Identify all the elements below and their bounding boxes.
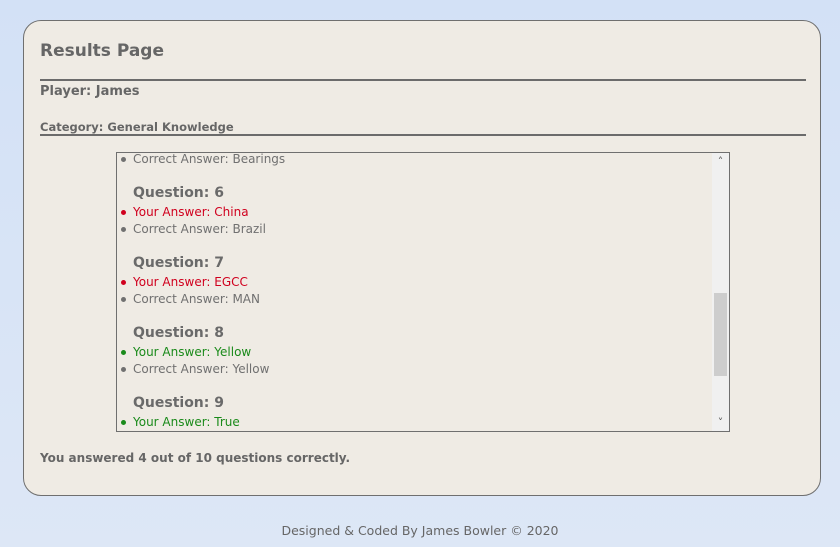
bullet-icon — [121, 280, 126, 285]
bullet-icon — [121, 210, 126, 215]
bullet-icon — [121, 227, 126, 232]
category-label: Category: General Knowledge — [40, 120, 234, 134]
bullet-icon — [121, 297, 126, 302]
correct-answer-item: Correct Answer: Bearings — [117, 153, 712, 168]
correct-answer-item: Correct Answer: Brazil — [117, 221, 712, 238]
bullet-icon — [121, 367, 126, 372]
question-heading: Question: 8 — [133, 325, 224, 341]
bullet-icon — [121, 420, 126, 425]
results-card: Results Page Player: James Category: Gen… — [23, 20, 821, 496]
your-answer-item: Your Answer: Yellow — [117, 344, 712, 361]
results-list-box[interactable]: Correct Answer: Bearings Question: 6 You… — [116, 152, 730, 432]
player-name: Player: James — [40, 84, 140, 99]
page-title: Results Page — [40, 41, 165, 61]
your-answer-item: Your Answer: EGCC — [117, 274, 712, 291]
title-divider — [40, 79, 806, 81]
scrollbar-thumb[interactable] — [714, 293, 727, 376]
score-summary: You answered 4 out of 10 questions corre… — [40, 451, 351, 465]
correct-answer-item: Correct Answer: Yellow — [117, 361, 712, 378]
page-footer: Designed & Coded By James Bowler © 2020 — [281, 523, 559, 538]
results-list: Correct Answer: Bearings Question: 6 You… — [117, 153, 712, 431]
bullet-icon — [121, 157, 126, 162]
chevron-up-icon[interactable]: ˄ — [712, 153, 729, 170]
bullet-icon — [121, 350, 126, 355]
vertical-scrollbar[interactable]: ˄ ˅ — [712, 153, 729, 431]
question-heading: Question: 7 — [133, 255, 224, 271]
chevron-down-icon[interactable]: ˅ — [712, 414, 729, 431]
correct-answer-item: Correct Answer: MAN — [117, 291, 712, 308]
question-heading: Question: 6 — [133, 185, 224, 201]
your-answer-item: Your Answer: True — [117, 414, 712, 431]
your-answer-item: Your Answer: China — [117, 204, 712, 221]
category-divider — [40, 134, 806, 136]
question-heading: Question: 9 — [133, 395, 224, 411]
